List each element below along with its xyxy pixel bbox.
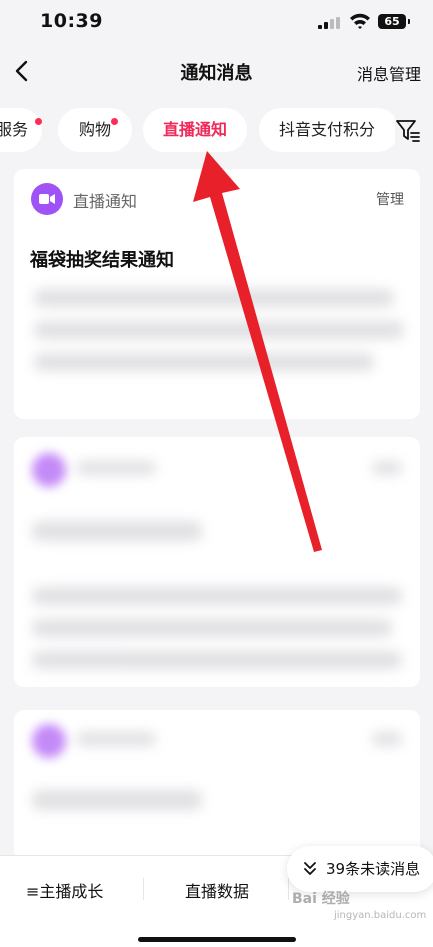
- anchor-growth-button[interactable]: ≡主播成长: [26, 878, 103, 902]
- avatar: [32, 453, 66, 487]
- tab-label: 购物: [78, 120, 111, 139]
- divider: [143, 878, 144, 900]
- live-data-button[interactable]: 直播数据: [185, 878, 249, 902]
- blurred-content: [76, 732, 156, 746]
- home-indicator: [138, 937, 296, 942]
- status-bar: 10:39 65: [0, 0, 433, 46]
- unread-messages-label: 39条未读消息: [326, 860, 421, 878]
- signal-icon: [318, 17, 340, 29]
- tab-service[interactable]: 服务: [0, 108, 42, 152]
- blurred-content: [372, 732, 402, 746]
- blurred-content: [34, 353, 374, 371]
- double-chevron-down-icon: [304, 862, 316, 875]
- live-camera-icon: [31, 183, 63, 215]
- tab-label: 服务: [0, 120, 28, 139]
- card-manage-button[interactable]: 管理: [376, 189, 404, 209]
- blurred-content: [372, 461, 402, 475]
- filter-icon[interactable]: [395, 118, 421, 144]
- unread-messages-button[interactable]: 39条未读消息: [287, 846, 433, 892]
- tab-douyin-pay-points[interactable]: 抖音支付积分: [259, 108, 399, 152]
- divider: [288, 878, 289, 900]
- watermark-url: jingyan.baidu.com: [334, 910, 427, 921]
- blurred-content: [34, 321, 404, 339]
- notification-card[interactable]: 直播通知 管理 福袋抽奖结果通知: [14, 169, 420, 419]
- status-time: 10:39: [40, 10, 103, 32]
- watermark-logo: Bai 经验: [292, 891, 350, 907]
- tab-label: 直播通知: [162, 120, 227, 139]
- blurred-content: [32, 619, 392, 637]
- unread-dot: [35, 118, 42, 125]
- message-management-button[interactable]: 消息管理: [357, 61, 421, 85]
- tab-shopping[interactable]: 购物: [58, 108, 132, 152]
- nav-bar: 通知消息 消息管理: [0, 46, 433, 96]
- blurred-content: [32, 521, 202, 541]
- card-source: 直播通知: [73, 192, 138, 211]
- category-tabs: 服务 购物 直播通知 抖音支付积分: [0, 108, 433, 154]
- battery-icon: 65: [378, 14, 410, 29]
- tab-label: 抖音支付积分: [279, 120, 376, 139]
- blurred-content: [76, 461, 156, 475]
- blurred-content: [32, 790, 202, 810]
- blurred-content: [32, 651, 402, 669]
- unread-dot: [111, 118, 118, 125]
- blurred-notification-card[interactable]: [14, 437, 420, 687]
- blurred-notification-card[interactable]: [14, 710, 420, 860]
- avatar: [32, 724, 66, 758]
- wifi-icon: [350, 13, 370, 29]
- blurred-content: [32, 587, 402, 605]
- card-headline: 福袋抽奖结果通知: [30, 250, 174, 271]
- blurred-content: [34, 289, 394, 307]
- tab-live-notice[interactable]: 直播通知: [143, 108, 247, 152]
